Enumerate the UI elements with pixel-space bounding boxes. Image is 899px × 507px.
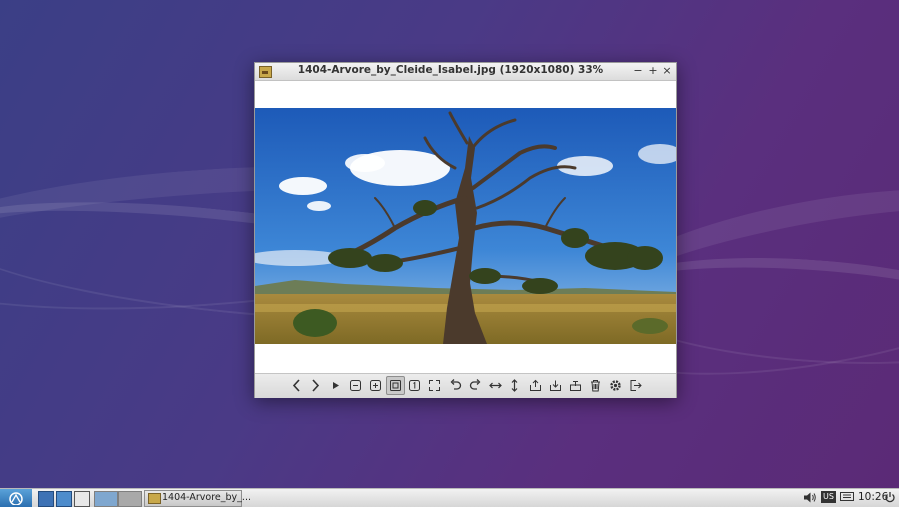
image-viewer-icon — [148, 493, 161, 504]
original-size-button[interactable] — [406, 377, 423, 394]
quit-button[interactable] — [627, 377, 644, 394]
keyboard-layout-indicator[interactable]: US — [821, 491, 836, 503]
rotate-left-icon — [450, 379, 462, 390]
viewer-toolbar — [255, 373, 676, 398]
lubuntu-logo-icon — [9, 492, 23, 505]
slideshow-icon — [333, 382, 339, 389]
window-titlebar[interactable]: 1404-Arvore_by_Cleide_Isabel.jpg (1920x1… — [255, 63, 676, 81]
displayed-photo — [255, 108, 676, 344]
fullscreen-button[interactable] — [426, 377, 443, 394]
task-label: 1404-Arvore_by_... — [162, 492, 251, 503]
preferences-icon — [610, 380, 621, 391]
zoom-out-button[interactable] — [347, 377, 364, 394]
rotate-left-button[interactable] — [447, 377, 464, 394]
rotate-right-icon — [469, 379, 481, 390]
volume-icon[interactable] — [803, 491, 817, 507]
flip-vertical-button[interactable] — [506, 377, 523, 394]
rotate-right-button[interactable] — [467, 377, 484, 394]
network-icon[interactable] — [840, 492, 854, 506]
delete-icon — [591, 380, 600, 392]
image-canvas[interactable] — [255, 81, 676, 373]
zoom-fit-icon — [390, 380, 401, 391]
save-icon — [550, 380, 561, 391]
image-viewer-icon — [259, 66, 272, 78]
save-as-button[interactable] — [567, 377, 584, 394]
maximize-button[interactable]: + — [646, 64, 660, 78]
quit-icon — [630, 380, 642, 391]
zoom-out-icon — [350, 380, 361, 391]
slideshow-button[interactable] — [327, 377, 344, 394]
power-icon[interactable] — [884, 491, 896, 507]
flip-horizontal-button[interactable] — [487, 377, 504, 394]
open-button[interactable] — [527, 377, 544, 394]
previous-button[interactable] — [288, 377, 305, 394]
minimize-button[interactable]: − — [631, 64, 645, 78]
save-as-icon — [570, 381, 581, 391]
file-manager-icon[interactable] — [56, 491, 72, 507]
preferences-button[interactable] — [607, 377, 624, 394]
taskbar: 1404-Arvore_by_... US 10:26 — [0, 488, 899, 507]
taskbar-task-image-viewer[interactable]: 1404-Arvore_by_... — [144, 490, 251, 507]
workspace-2[interactable] — [118, 491, 142, 507]
zoom-fit-button[interactable] — [386, 376, 405, 395]
show-desktop-icon[interactable] — [38, 491, 54, 507]
start-menu-button[interactable] — [0, 489, 32, 507]
delete-button[interactable] — [587, 377, 604, 394]
flip-vertical-icon — [511, 379, 518, 392]
terminal-icon[interactable] — [74, 491, 90, 507]
flip-horizontal-icon — [489, 382, 502, 389]
image-viewer-window: 1404-Arvore_by_Cleide_Isabel.jpg (1920x1… — [254, 62, 677, 398]
previous-icon — [292, 379, 300, 392]
open-icon — [530, 379, 541, 391]
next-icon — [312, 379, 320, 392]
close-button[interactable]: × — [660, 64, 674, 78]
window-title: 1404-Arvore_by_Cleide_Isabel.jpg (1920x1… — [297, 64, 604, 76]
workspace-1[interactable] — [94, 491, 118, 507]
zoom-in-icon — [370, 380, 381, 391]
zoom-in-button[interactable] — [367, 377, 384, 394]
next-button[interactable] — [307, 377, 324, 394]
original-size-icon — [409, 380, 420, 391]
fullscreen-icon — [429, 380, 440, 391]
save-button[interactable] — [547, 377, 564, 394]
